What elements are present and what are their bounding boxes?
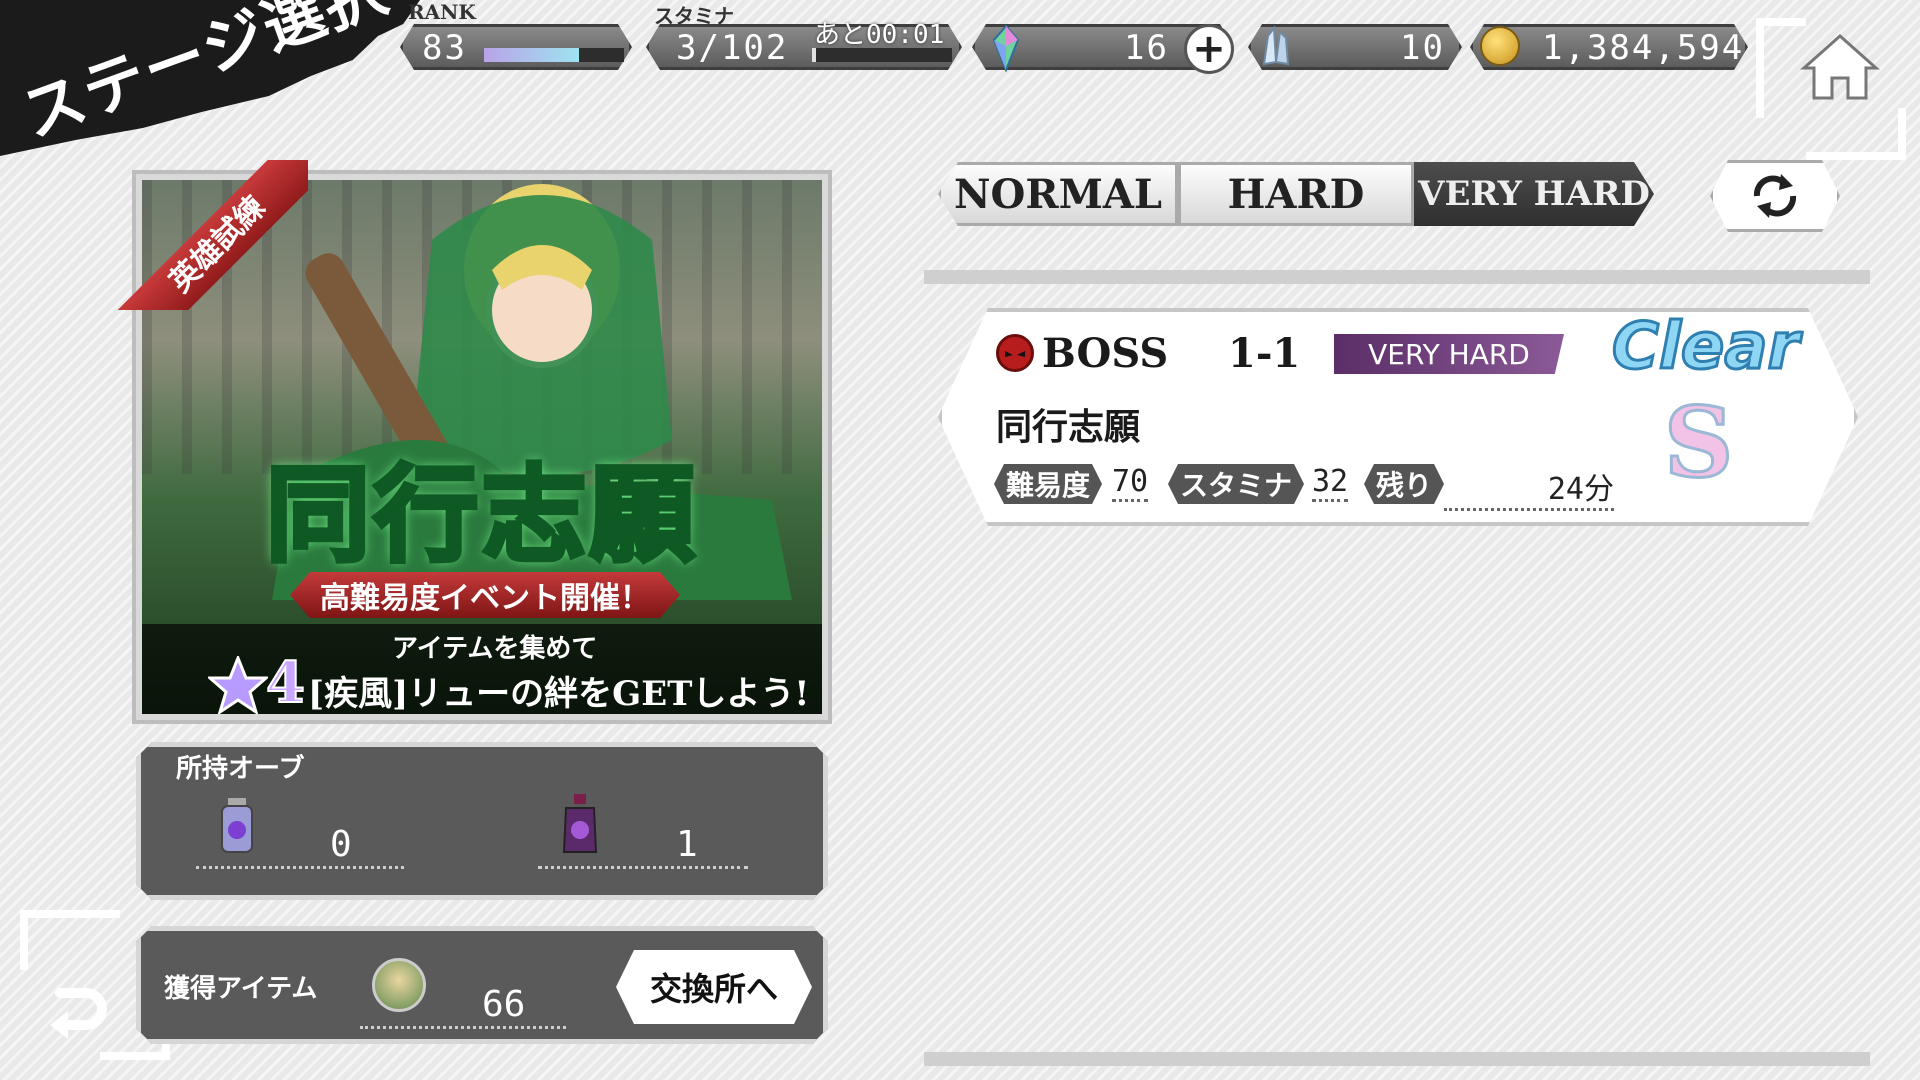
coin-icon: [1480, 26, 1520, 66]
tab-hard-label: HARD: [1227, 170, 1365, 218]
gold-value: 1,384,594: [1542, 28, 1745, 68]
item-count: 66: [482, 984, 526, 1025]
back-arrow-icon: [50, 988, 107, 1039]
crystal-value: 10: [1400, 28, 1445, 68]
stamina-cost-value: 32: [1312, 464, 1349, 502]
banner-subtitle: 高難易度イベント開催！: [290, 572, 680, 618]
banner-star-rank: 4: [265, 649, 306, 714]
items-label: 獲得アイテム: [164, 974, 318, 1004]
item-underline: [360, 1026, 566, 1029]
stamina-progress-track: [812, 48, 952, 62]
star-icon: [206, 653, 270, 714]
orb-pot-icon: [560, 794, 600, 856]
add-gems-button[interactable]: +: [1184, 24, 1234, 74]
orb2-count: 1: [676, 824, 698, 865]
stage-rank: S: [1662, 385, 1734, 501]
plus-icon: +: [1192, 26, 1226, 72]
event-ribbon: 英雄試練: [118, 160, 308, 310]
banner-title: 同行志願: [263, 451, 698, 579]
exchange-button[interactable]: 交換所へ: [616, 950, 812, 1024]
crystal-icon: [1256, 24, 1296, 70]
stamina-progress-fill: [812, 48, 817, 62]
home-frame-bottom: [1806, 108, 1906, 160]
tab-very-hard[interactable]: VERY HARD: [1414, 162, 1654, 226]
rank-value: 83: [422, 28, 467, 68]
banner-line1: アイテムを集めて: [392, 634, 598, 664]
difficulty-badge: VERY HARD: [1334, 334, 1564, 374]
gem-value: 16: [1124, 28, 1169, 68]
stage-name: 同行志願: [996, 406, 1141, 448]
stamina-value: 3/102: [676, 28, 789, 68]
list-top-rail: [924, 270, 1870, 284]
stage-type: BOSS: [1042, 330, 1169, 377]
orb1-underline: [196, 866, 404, 869]
home-button[interactable]: [1785, 22, 1895, 112]
stamina-cost-tag: スタミナ: [1168, 464, 1304, 504]
remaining-tag: 残り: [1364, 464, 1444, 504]
orb1-count: 0: [330, 824, 352, 865]
list-bottom-rail: [924, 1052, 1870, 1066]
orbs-label: 所持オーブ: [176, 754, 305, 784]
orb-lantern-icon: [220, 798, 254, 856]
rank-label: RANK: [408, 0, 476, 24]
banner-line2: [疾風]リューの絆をGETしよう!: [308, 674, 810, 714]
gem-icon: [990, 24, 1022, 73]
home-icon: [1800, 33, 1880, 100]
back-button[interactable]: [20, 960, 130, 1060]
refresh-button[interactable]: [1710, 160, 1840, 232]
difficulty-tag: 難易度: [994, 464, 1102, 504]
rank-progress-fill: [484, 48, 580, 62]
orb2-underline: [538, 866, 748, 869]
stage-number: 1-1: [1228, 330, 1301, 377]
difficulty-value: 70: [1112, 464, 1149, 502]
tab-very-hard-label: VERY HARD: [1418, 174, 1650, 214]
item-medal-icon: [372, 958, 426, 1012]
tab-hard[interactable]: HARD: [1178, 162, 1414, 226]
tab-normal[interactable]: NORMAL: [938, 162, 1178, 226]
tab-normal-label: NORMAL: [953, 170, 1163, 218]
refresh-icon: [1747, 172, 1803, 220]
rank-progress-track: [484, 48, 624, 62]
boss-icon: [996, 334, 1034, 372]
remaining-value: 24分: [1444, 464, 1614, 511]
clear-label: Clear: [1610, 309, 1800, 386]
stamina-timer: あと00:01: [814, 20, 945, 50]
corner-ribbon-wrap: 英雄試練: [118, 160, 308, 310]
